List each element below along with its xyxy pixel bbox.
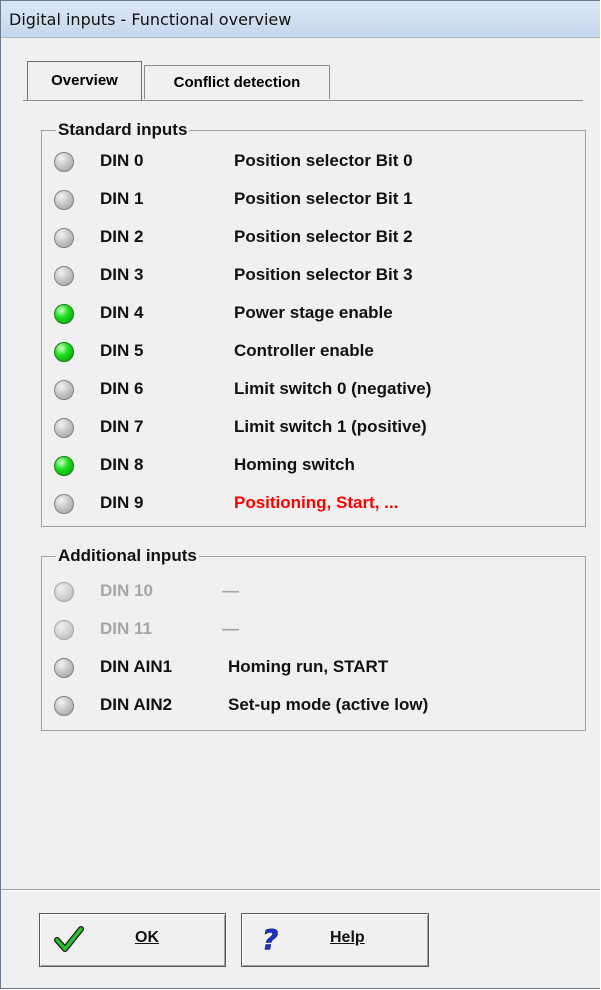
din-row-1: DIN 1 Position selector Bit 1	[42, 187, 585, 217]
din-row-4: DIN 4 Power stage enable	[42, 301, 585, 331]
footer-separator-highlight	[1, 890, 600, 891]
din-label: DIN 8	[100, 455, 144, 474]
status-led-icon	[54, 456, 74, 476]
din-function: Position selector Bit 1	[234, 189, 413, 208]
title-bar: Digital inputs - Functional overview	[1, 1, 600, 38]
tab-overview-label: Overview	[51, 72, 118, 89]
din-row-0: DIN 0 Position selector Bit 0	[42, 149, 585, 179]
din-function: Controller enable	[234, 341, 374, 360]
din-row-ain1: DIN AIN1 Homing run, START	[42, 655, 585, 685]
window-title: Digital inputs - Functional overview	[9, 10, 292, 29]
tab-conflict-detection[interactable]: Conflict detection	[144, 65, 330, 99]
status-led-icon	[54, 228, 74, 248]
din-label: DIN 10	[100, 581, 153, 600]
din-label: DIN 4	[100, 303, 144, 322]
status-led-icon	[54, 418, 74, 438]
ok-button[interactable]: OK	[39, 913, 226, 967]
din-function-warning: Positioning, Start, ...	[234, 493, 399, 512]
status-led-icon	[54, 658, 74, 678]
din-label: DIN AIN2	[100, 695, 173, 714]
ok-button-label: OK	[135, 929, 159, 946]
din-label: DIN 1	[100, 189, 144, 208]
din-function: Homing run, START	[228, 657, 389, 676]
status-led-icon	[54, 342, 74, 362]
din-label: DIN 3	[100, 265, 144, 284]
din-row-8: DIN 8 Homing switch	[42, 453, 585, 483]
din-function: —	[222, 619, 239, 638]
status-led-icon	[54, 494, 74, 514]
din-label: DIN 9	[100, 493, 144, 512]
din-function: Limit switch 1 (positive)	[234, 417, 427, 436]
din-row-ain2: DIN AIN2 Set-up mode (active low)	[42, 693, 585, 723]
din-function: Limit switch 0 (negative)	[234, 379, 432, 398]
dialog-window: Digital inputs - Functional overview Ove…	[0, 0, 600, 989]
din-label: DIN 2	[100, 227, 144, 246]
din-label: DIN AIN1	[100, 657, 173, 676]
din-function: Homing switch	[234, 455, 355, 474]
din-label: DIN 6	[100, 379, 144, 398]
standard-inputs-group: Standard inputs DIN 0 Position selector …	[41, 120, 586, 527]
status-led-icon	[54, 620, 74, 640]
status-led-icon	[54, 696, 74, 716]
din-label: DIN 5	[100, 341, 144, 360]
din-function: Position selector Bit 3	[234, 265, 413, 284]
status-led-icon	[54, 582, 74, 602]
checkmark-icon	[54, 924, 84, 954]
din-function: Position selector Bit 2	[234, 227, 413, 246]
help-button-label: Help	[330, 929, 365, 946]
din-function: Set-up mode (active low)	[228, 695, 429, 714]
din-function: Power stage enable	[234, 303, 393, 322]
standard-inputs-legend: Standard inputs	[56, 120, 190, 140]
din-row-7: DIN 7 Limit switch 1 (positive)	[42, 415, 585, 445]
din-row-2: DIN 2 Position selector Bit 2	[42, 225, 585, 255]
svg-text:?: ?	[262, 924, 278, 954]
din-label: DIN 7	[100, 417, 144, 436]
status-led-icon	[54, 304, 74, 324]
din-row-5: DIN 5 Controller enable	[42, 339, 585, 369]
help-button[interactable]: ? Help	[241, 913, 429, 967]
din-function: —	[222, 581, 239, 600]
din-row-6: DIN 6 Limit switch 0 (negative)	[42, 377, 585, 407]
status-led-icon	[54, 190, 74, 210]
din-label: DIN 0	[100, 151, 144, 170]
tab-divider	[23, 100, 583, 101]
question-mark-icon: ?	[256, 923, 286, 957]
status-led-icon	[54, 266, 74, 286]
tab-overview[interactable]: Overview	[27, 61, 142, 100]
additional-inputs-legend: Additional inputs	[56, 546, 199, 566]
din-function: Position selector Bit 0	[234, 151, 413, 170]
status-led-icon	[54, 152, 74, 172]
din-row-11: DIN 11 —	[42, 617, 585, 647]
status-led-icon	[54, 380, 74, 400]
additional-inputs-group: Additional inputs DIN 10 — DIN 11 — DIN …	[41, 546, 586, 731]
din-row-10: DIN 10 —	[42, 579, 585, 609]
din-row-9: DIN 9 Positioning, Start, ...	[42, 491, 585, 521]
din-row-3: DIN 3 Position selector Bit 3	[42, 263, 585, 293]
tab-conflict-detection-label: Conflict detection	[173, 74, 301, 91]
din-label: DIN 11	[100, 619, 152, 638]
